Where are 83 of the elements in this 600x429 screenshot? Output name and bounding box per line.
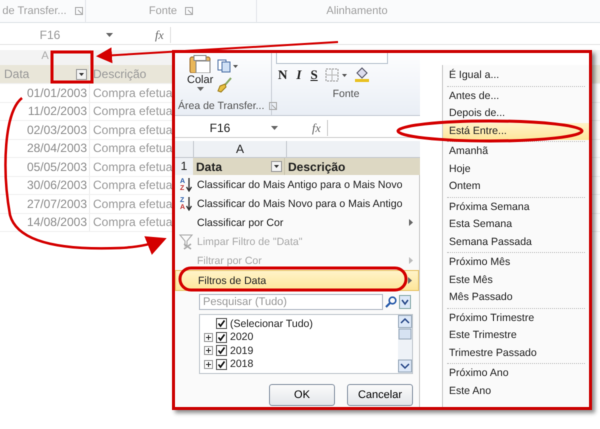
expand-icon[interactable] <box>204 346 213 356</box>
submenu-arrow-icon <box>408 277 412 284</box>
fill-color-icon[interactable] <box>354 67 370 83</box>
menu-item[interactable]: Ontem <box>443 178 589 196</box>
group-label: Fonte <box>148 5 178 17</box>
group-label: Fonte <box>332 88 360 100</box>
submenu-arrow-icon <box>409 257 413 264</box>
clipboard-icon <box>187 55 214 73</box>
clear-filter-icon <box>179 234 193 250</box>
checkbox[interactable] <box>216 358 227 370</box>
scrollbar[interactable] <box>398 315 412 373</box>
menu-item[interactable]: Próximo Ano <box>443 365 589 382</box>
search-icon[interactable] <box>385 296 397 308</box>
checkbox-label[interactable]: 2018 <box>230 358 254 370</box>
font-style-button[interactable]: S <box>308 67 320 83</box>
menu-item[interactable]: Mês Passado <box>443 289 589 306</box>
filter-dropdown-icon[interactable] <box>271 161 282 172</box>
checkbox[interactable] <box>216 345 227 356</box>
expand-icon[interactable] <box>204 332 213 342</box>
filter-dropdown-icon[interactable] <box>76 68 87 80</box>
menu-item[interactable]: Antes de... <box>443 88 589 105</box>
table-cell-text: Compra efetua <box>92 141 172 156</box>
insert-function-button[interactable]: fx <box>155 28 164 42</box>
header-text: Data <box>4 67 30 81</box>
borders-icon[interactable] <box>324 68 349 82</box>
caret-icon[interactable] <box>106 33 113 37</box>
checkbox[interactable] <box>216 318 227 330</box>
row-number: 1 <box>175 158 193 175</box>
caret-icon[interactable] <box>271 126 278 130</box>
menu-item[interactable]: Depois de... <box>443 105 589 122</box>
table-cell-text: Compra efetua <box>92 104 172 118</box>
highlight-rectangle <box>50 50 94 84</box>
menu-item[interactable]: Próximo Trimestre <box>443 310 589 327</box>
font-style-button[interactable]: I <box>294 67 304 83</box>
table-cell-text: Compra efetua <box>92 196 172 211</box>
table-cell: 30/06/2003 <box>0 176 90 194</box>
menu-item[interactable]: Próximo Mês <box>443 254 589 272</box>
copy-icon[interactable] <box>217 59 240 73</box>
table-cell-text: Compra efetua <box>92 122 172 137</box>
table-cell: 27/07/2003 <box>0 195 90 212</box>
table-cell: 05/05/2003 <box>0 158 90 176</box>
menu-item[interactable]: Trimestre Passado <box>443 344 589 362</box>
submenu-arrow-icon <box>409 219 413 226</box>
caret-icon <box>196 87 204 91</box>
menu-item[interactable]: Este Mês <box>443 272 589 289</box>
header-cell-text: Descrição <box>287 160 346 174</box>
menu-item[interactable]: Este Trimestre <box>443 327 589 344</box>
search-field[interactable]: Pesquisar (Tudo) <box>199 294 383 310</box>
menu-item[interactable]: Amanhã <box>443 143 589 160</box>
group-label: Alinhamento <box>326 5 388 17</box>
table-cell-text: Compra efetua <box>92 215 172 230</box>
table-cell: 14/08/2003 <box>0 214 90 231</box>
table-cell-text: Compra efetua <box>92 160 172 174</box>
menu-item[interactable]: Este Ano <box>443 382 589 400</box>
menu-item[interactable]: Semana Passada <box>443 234 589 251</box>
insert-function-button[interactable]: fx <box>312 120 321 136</box>
checkbox[interactable] <box>216 332 227 343</box>
group-label: de Transfer... <box>2 5 67 17</box>
table-cell-text: Compra efetua <box>92 86 172 100</box>
font-style-button[interactable]: N <box>276 67 290 83</box>
table-cell: 01/01/2003 <box>0 84 90 102</box>
menu-item[interactable]: Classificar por Cor <box>175 213 419 232</box>
name-box[interactable]: F16 <box>175 121 265 135</box>
checkbox-label[interactable]: 2019 <box>230 344 254 357</box>
checkbox-label[interactable]: 2020 <box>230 331 254 344</box>
paste-button[interactable]: Colar <box>187 55 214 91</box>
expand-icon[interactable] <box>204 360 213 369</box>
table-cell-text: Compra efetua <box>92 178 172 192</box>
menu-item[interactable]: É Igual a... <box>443 67 589 84</box>
table-cell: 28/04/2003 <box>0 140 90 157</box>
menu-item[interactable]: Próxima Semana <box>443 198 589 216</box>
group-label: Área de Transfer... <box>178 100 264 112</box>
font-name-field[interactable] <box>276 53 388 64</box>
menu-item[interactable]: Esta Semana <box>443 216 589 234</box>
header-cell-text: Descrição <box>92 67 146 81</box>
column-header: A <box>194 141 287 157</box>
dialog-button[interactable]: OK <box>269 384 335 406</box>
table-cell: 02/03/2003 <box>0 121 90 138</box>
dialog-button[interactable]: Cancelar <box>347 384 413 406</box>
checkbox-label[interactable]: (Selecionar Tudo) <box>230 318 313 330</box>
header-text: Data <box>196 160 222 174</box>
menu-item[interactable]: Hoje <box>443 160 589 178</box>
table-cell: 11/02/2003 <box>0 102 90 120</box>
